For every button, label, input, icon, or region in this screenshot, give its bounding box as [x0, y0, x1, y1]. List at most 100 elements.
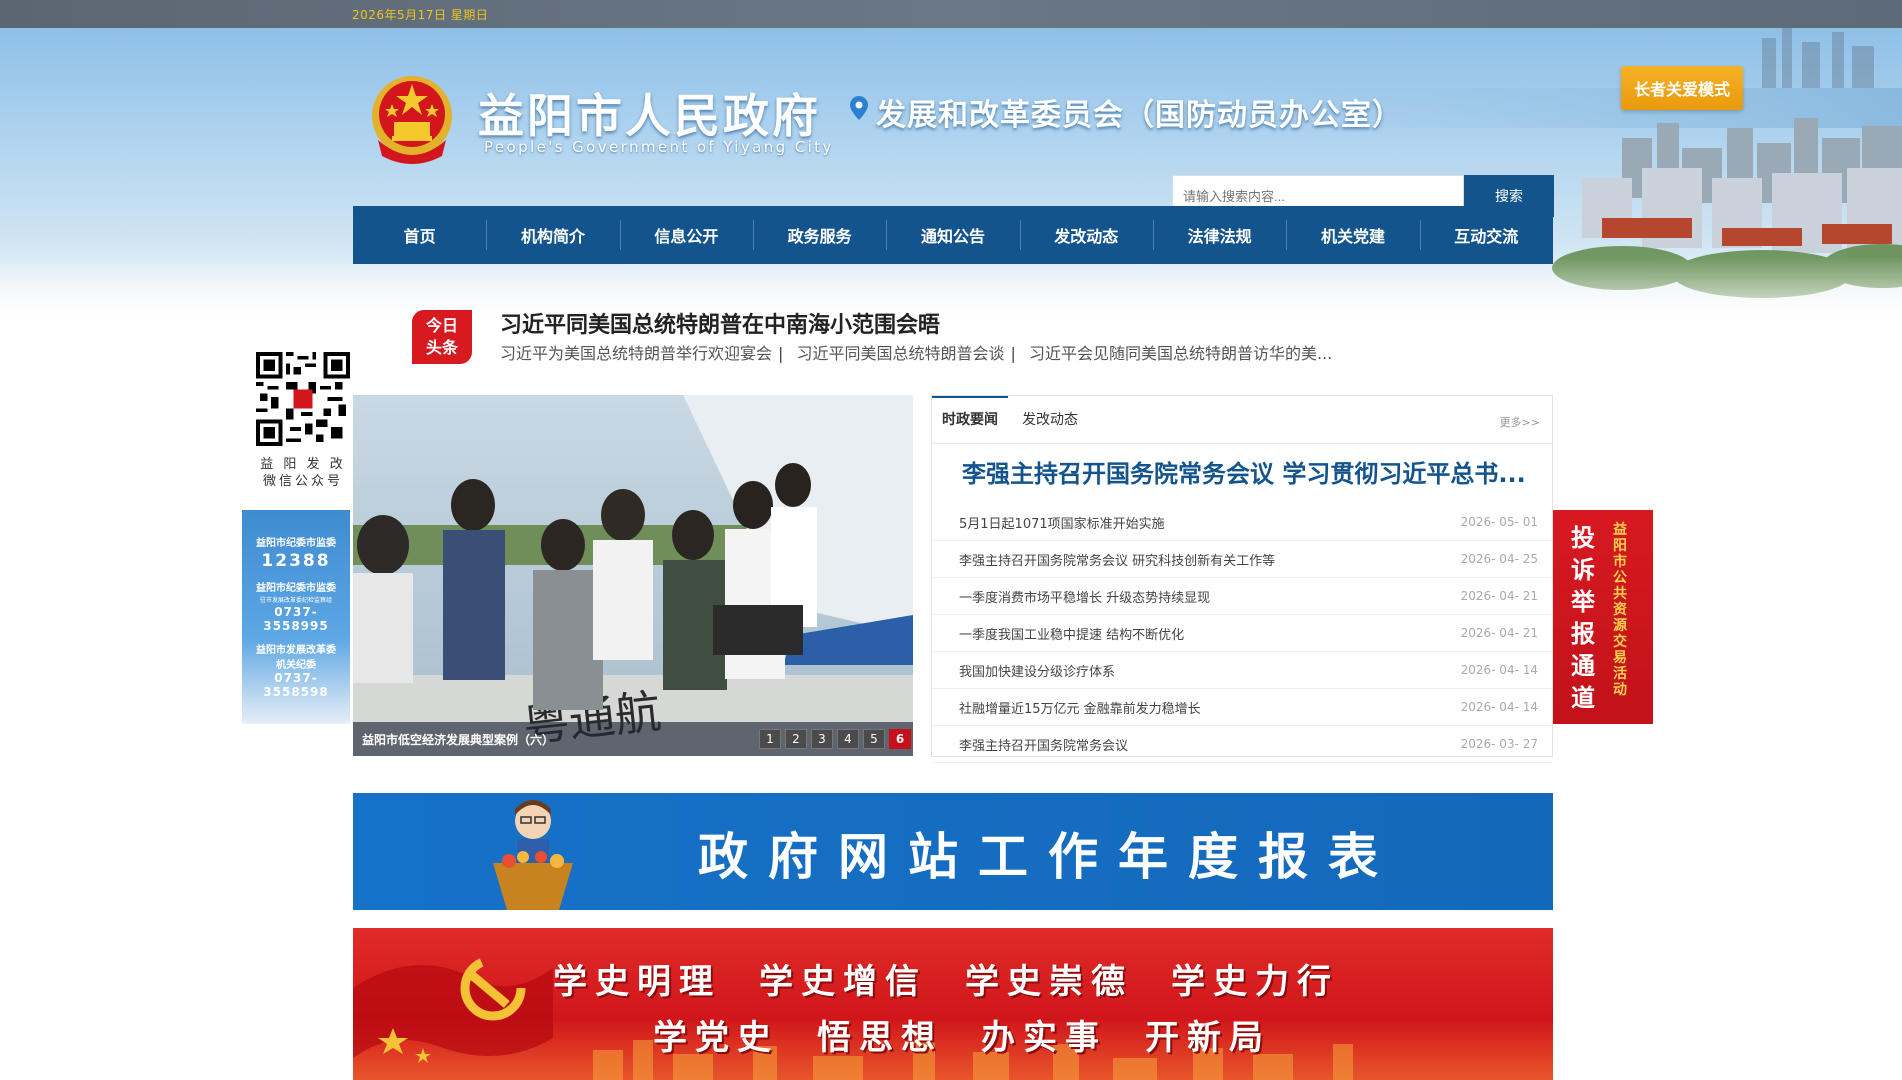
news-date: 2026- 04- 25: [1460, 552, 1538, 566]
slide-pagination: 1 2 3 4 5 6: [759, 729, 911, 749]
list-item[interactable]: 一季度消费市场平稳增长 升级态势持续显现 2026- 04- 21: [932, 578, 1552, 615]
headline-title-link[interactable]: 习近平同美国总统特朗普在中南海小范围会晤: [500, 307, 940, 339]
more-link[interactable]: 更多>>: [1500, 414, 1540, 430]
party-history-banner[interactable]: 学史明理 学史增信 学史崇德 学史力行 学党史 悟思想 办实事 开新局: [353, 928, 1553, 1080]
news-headline-link[interactable]: 李强主持召开国务院常务会议 学习贯彻习近平总书...: [962, 454, 1526, 489]
complaint-title: 投诉举报通道: [1571, 524, 1595, 712]
news-title[interactable]: 李强主持召开国务院常务会议 研究科技创新有关工作等: [959, 550, 1275, 569]
news-list: 5月1日起1071项国家标准开始实施 2026- 05- 01 李强主持召开国务院…: [932, 504, 1552, 763]
news-date: 2026- 05- 01: [1460, 515, 1538, 529]
list-item[interactable]: 一季度我国工业稳中提速 结构不断优化 2026- 04- 21: [932, 615, 1552, 652]
headline-sub-link[interactable]: 习近平同美国总统特朗普会谈: [797, 344, 1005, 363]
jw-number-1: 12388: [261, 551, 331, 571]
elderly-care-mode-button[interactable]: 长者关爱模式: [1621, 66, 1743, 110]
tab-drc-news[interactable]: 发改动态: [1012, 396, 1088, 444]
news-date: 2026- 03- 27: [1460, 737, 1538, 751]
complaint-subtitle: 益阳市公共资源交易活动: [1613, 522, 1627, 698]
news-date: 2026- 04- 21: [1460, 589, 1538, 603]
slogan-item: 开新局: [1145, 1018, 1271, 1058]
party-slogan-line-2: 学党史 悟思想 办实事 开新局: [653, 1010, 1309, 1059]
nav-party-building[interactable]: 机关党建: [1286, 206, 1419, 264]
nav-laws[interactable]: 法律法规: [1152, 206, 1286, 264]
site-subtitle: People's Government of Yiyang City: [484, 138, 834, 156]
nav-interaction[interactable]: 互动交流: [1419, 206, 1553, 264]
slide-dot-6[interactable]: 6: [889, 729, 911, 749]
qr-label-line-2: 微信公众号: [262, 474, 343, 489]
jw-number-2: 0737-3558995: [263, 605, 329, 633]
list-item[interactable]: 我国加快建设分级诊疗体系 2026- 04- 14: [932, 652, 1552, 689]
top-date-bar: 2026年5月17日 星期日: [0, 0, 1902, 28]
headline-sub-link[interactable]: 习近平为美国总统特朗普举行欢迎宴会: [500, 344, 772, 363]
current-date: 2026年5月17日 星期日: [352, 8, 489, 22]
news-date: 2026- 04- 21: [1460, 626, 1538, 640]
nav-notices[interactable]: 通知公告: [886, 206, 1019, 264]
jw-line-3: 益阳市发展改革委: [256, 645, 336, 656]
news-date: 2026- 04- 14: [1460, 663, 1538, 677]
discipline-hotline-ad[interactable]: 益阳市纪委市监委 12388 益阳市纪委市监委 驻市发展改革委纪检监察组 073…: [242, 510, 350, 724]
list-item[interactable]: 5月1日起1071项国家标准开始实施 2026- 05- 01: [932, 504, 1552, 541]
news-title[interactable]: 一季度消费市场平稳增长 升级态势持续显现: [959, 587, 1210, 606]
nav-about[interactable]: 机构简介: [486, 206, 619, 264]
slogan-item: 学史力行: [1171, 962, 1339, 1002]
slogan-item: 学党史: [653, 1018, 779, 1058]
annual-report-text: 政府网站工作年度报表: [698, 827, 1398, 886]
nav-info-disclosure[interactable]: 信息公开: [619, 206, 753, 264]
slide-dot-2[interactable]: 2: [785, 729, 807, 749]
news-title[interactable]: 社融增量近15万亿元 金融靠前发力稳增长: [959, 698, 1201, 717]
slogan-item: 办实事: [981, 1018, 1107, 1058]
national-emblem-icon: [372, 76, 452, 164]
badge-line-2: 头条: [425, 338, 458, 357]
slogan-item: 学史崇德: [965, 962, 1133, 1002]
news-tabs: 时政要闻 发改动态 更多>>: [932, 396, 1552, 444]
slide-photo: 粤通航: [353, 395, 913, 756]
jw-line-1: 益阳市纪委市监委: [256, 538, 336, 549]
slide-dot-5[interactable]: 5: [863, 729, 885, 749]
separator: |: [778, 344, 784, 363]
main-nav: 首页 机构简介 信息公开 政务服务 通知公告 发改动态 法律法规 机关党建 互动…: [353, 206, 1553, 264]
jw-tiny: 驻市发展改革委纪检监察组: [259, 597, 332, 604]
slide-dot-3[interactable]: 3: [811, 729, 833, 749]
jw-number-3: 0737-3558598: [263, 671, 329, 699]
news-title[interactable]: 一季度我国工业稳中提速 结构不断优化: [959, 624, 1184, 643]
list-item[interactable]: 李强主持召开国务院常务会议 2026- 03- 27: [932, 726, 1552, 763]
list-item[interactable]: 社融增量近15万亿元 金融靠前发力稳增长 2026- 04- 14: [932, 689, 1552, 726]
headline-sub-links: 习近平为美国总统特朗普举行欢迎宴会 | 习近平同美国总统特朗普会谈 | 习近平会见随…: [500, 340, 1338, 364]
headline-sub-link[interactable]: 习近平会见随同美国总统特朗普访华的美...: [1029, 344, 1332, 363]
photo-slideshow[interactable]: 粤通航 益阳市低空经济发展典型案例（六） 1 2 3 4 5 6: [353, 395, 913, 756]
wechat-qr-block: 益 阳 发 改 微信公众号: [256, 352, 350, 490]
news-date: 2026- 04- 14: [1460, 700, 1538, 714]
slide-dot-1[interactable]: 1: [759, 729, 781, 749]
news-title[interactable]: 5月1日起1071项国家标准开始实施: [959, 513, 1165, 532]
header-banner: 益阳市人民政府 People's Government of Yiyang Ci…: [0, 28, 1902, 328]
qr-label-line-1: 益 阳 发 改: [260, 457, 346, 472]
department-title: 发展和改革委员会（国防动员办公室）: [876, 98, 1403, 133]
news-title[interactable]: 李强主持召开国务院常务会议: [959, 735, 1128, 754]
speaker-illustration-icon: [493, 800, 573, 910]
qr-code-image: [256, 352, 350, 446]
news-panel: 时政要闻 发改动态 更多>> 李强主持召开国务院常务会议 学习贯彻习近平总书..…: [931, 395, 1553, 763]
slide-caption-text[interactable]: 益阳市低空经济发展典型案例（六）: [362, 731, 554, 748]
nav-drc-news[interactable]: 发改动态: [1019, 206, 1153, 264]
nav-home[interactable]: 首页: [353, 206, 486, 264]
annual-report-banner[interactable]: 政府网站工作年度报表: [353, 793, 1553, 910]
location-pin-icon: [850, 96, 868, 120]
slogan-item: 学史增信: [759, 962, 927, 1002]
slogan-item: 学史明理: [553, 962, 721, 1002]
complaint-channel-ad[interactable]: 投诉举报通道 益阳市公共资源交易活动: [1553, 510, 1653, 724]
slide-dot-4[interactable]: 4: [837, 729, 859, 749]
slide-caption-bar: 益阳市低空经济发展典型案例（六） 1 2 3 4 5 6: [353, 722, 913, 756]
news-title[interactable]: 我国加快建设分级诊疗体系: [959, 661, 1115, 680]
badge-line-1: 今日: [425, 316, 458, 335]
header-fade: [0, 258, 1902, 328]
list-item[interactable]: 李强主持召开国务院常务会议 研究科技创新有关工作等 2026- 04- 25: [932, 541, 1552, 578]
jw-line-2: 益阳市纪委市监委: [256, 583, 336, 594]
party-slogan-line-1: 学史明理 学史增信 学史崇德 学史力行: [553, 954, 1377, 1003]
site-title: 益阳市人民政府: [478, 89, 821, 143]
jw-line-4: 机关纪委: [276, 660, 316, 671]
slogan-item: 悟思想: [817, 1018, 943, 1058]
qr-label: 益 阳 发 改 微信公众号: [256, 456, 350, 490]
today-headline-badge: 今日 头条: [412, 310, 472, 364]
separator: |: [1010, 344, 1016, 363]
nav-gov-services[interactable]: 政务服务: [752, 206, 886, 264]
tab-current-affairs[interactable]: 时政要闻: [932, 396, 1008, 444]
